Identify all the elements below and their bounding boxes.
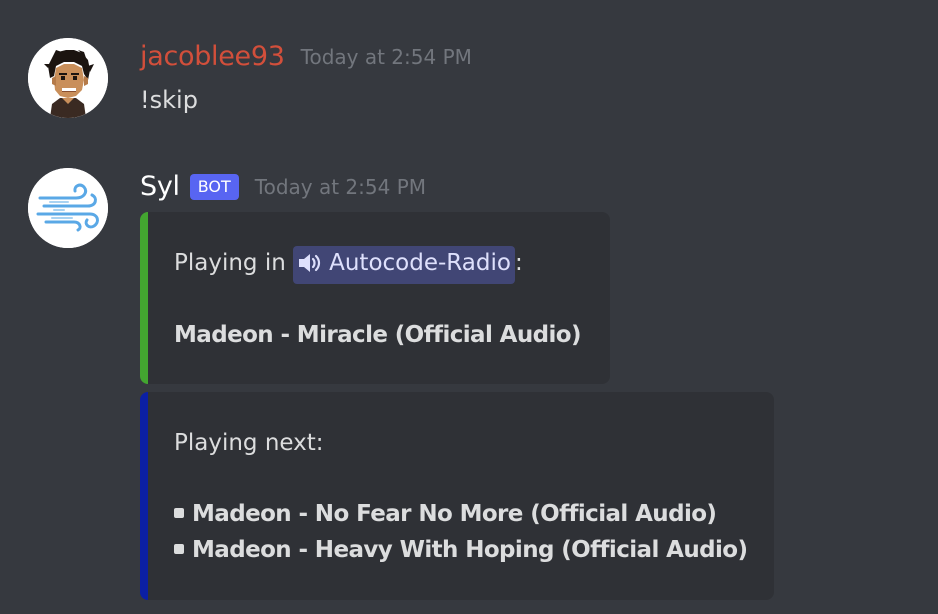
username[interactable]: jacoblee93: [140, 38, 285, 76]
playing-in-label: Playing in: [174, 250, 286, 276]
username[interactable]: Syl: [140, 168, 180, 206]
timestamp[interactable]: Today at 2:54 PM: [301, 38, 472, 76]
list-item: Madeon - No Fear No More (Official Audio…: [174, 496, 717, 532]
user-avatar[interactable]: [28, 38, 108, 118]
bullet-icon: [174, 508, 184, 518]
playing-next-heading: Playing next:: [174, 430, 324, 456]
speaker-icon: [297, 250, 323, 284]
message-content: Syl BOT Today at 2:54 PM Playing in Auto…: [140, 168, 938, 600]
colon: :: [514, 250, 523, 276]
bot-badge: BOT: [189, 174, 239, 200]
channel-name: Autocode-Radio: [329, 250, 511, 276]
playing-next-embed: Playing next: Madeon - No Fear No More (…: [140, 392, 774, 600]
bot-avatar[interactable]: [28, 168, 108, 248]
now-playing-title: Madeon - Miracle (Official Audio): [174, 322, 582, 348]
queue-item-title: Madeon - Heavy With Hoping (Official Aud…: [192, 537, 748, 563]
message-text: !skip: [140, 86, 198, 114]
bullet-icon: [174, 544, 184, 554]
pixel-person-avatar-icon: [28, 38, 108, 118]
message-header: jacoblee93 Today at 2:54 PM: [140, 38, 938, 76]
channel-mention[interactable]: Autocode-Radio: [293, 246, 515, 284]
message-header: Syl BOT Today at 2:54 PM: [140, 168, 938, 206]
message-content: jacoblee93 Today at 2:54 PM !skip: [140, 38, 938, 124]
now-playing-embed: Playing in Autocode-Radio : Madeon - Mir…: [140, 212, 610, 384]
list-item: Madeon - Heavy With Hoping (Official Aud…: [174, 532, 748, 568]
queue-item-title: Madeon - No Fear No More (Official Audio…: [192, 501, 717, 527]
wind-avatar-icon: [28, 168, 108, 248]
embed-description: Playing in Autocode-Radio :: [174, 244, 523, 284]
timestamp[interactable]: Today at 2:54 PM: [255, 168, 426, 206]
